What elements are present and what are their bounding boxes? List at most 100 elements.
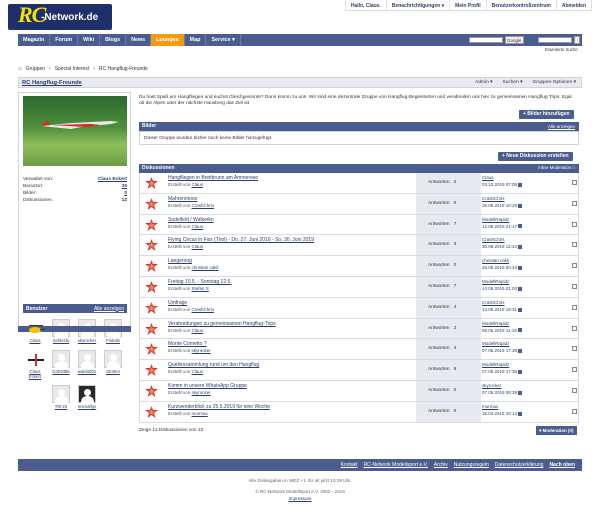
member-name[interactable]: Claus: [23, 338, 47, 343]
jump-to-post-icon[interactable]: [518, 245, 523, 250]
discussion-title[interactable]: Flying Circus in Fiss (Tirol) - Do. 27. …: [168, 237, 314, 243]
moderation-checkbox[interactable]: [572, 346, 577, 352]
member-name[interactable]: Fridolin: [101, 338, 125, 343]
discussion-title[interactable]: Mahrenmoos: [168, 196, 197, 202]
nav-magazin[interactable]: Magazin: [18, 34, 51, 46]
moderation-checkbox[interactable]: [572, 304, 577, 310]
nav-service[interactable]: Service ▾: [206, 34, 241, 46]
discussion-title[interactable]: Quellensammlung rund um den Hangflug: [168, 362, 259, 368]
member-name[interactable]: Strattor: [101, 369, 125, 374]
nav-lounges[interactable]: Lounges: [151, 34, 185, 46]
discussion-title[interactable]: Langeroog: [168, 258, 192, 264]
moderation-checkbox[interactable]: [572, 325, 577, 331]
jump-to-post-icon[interactable]: [518, 286, 523, 291]
creator-name[interactable]: murmax: [192, 411, 208, 416]
group-image[interactable]: [23, 96, 127, 166]
footer-association-link[interactable]: RC-Network Modellsport e.V.: [361, 462, 431, 468]
site-search-input[interactable]: [538, 37, 572, 43]
discussion-title[interactable]: Verabredungen zu gemeinsamen Hangflug-Tr…: [168, 321, 276, 327]
member[interactable]: Claus Eckert: [23, 350, 47, 379]
discussion-row[interactable]: Freitag 10.5. - Sonntag 12.5. Erstellt vo…: [139, 277, 579, 298]
discussion-row[interactable]: Hangfliegen in Breitbrunn am Ammersee Ers…: [139, 173, 579, 194]
moderation-checkbox[interactable]: [572, 221, 577, 227]
member-name[interactable]: msmalfgs: [75, 404, 99, 409]
greeting-link[interactable]: Hallo, Claus.: [346, 0, 386, 10]
managed-by-value[interactable]: Claus Eckert: [98, 176, 127, 183]
google-search-button[interactable]: Google: [505, 36, 524, 44]
last-post-user[interactable]: ModellRapidz: [482, 217, 554, 222]
footer-top-link[interactable]: Nach oben: [546, 462, 578, 468]
discussion-title[interactable]: Sudelfeld / Walkerkn: [168, 217, 214, 223]
discussion-row[interactable]: Kurzwenderblick zu 25.5.2019 für eine Wo…: [139, 401, 579, 423]
creator-name[interactable]: skyrocker: [192, 390, 211, 395]
usercp-link[interactable]: Benutzerkontrollzentrum: [485, 0, 556, 10]
moderation-checkbox[interactable]: [572, 388, 577, 393]
jump-to-post-icon[interactable]: [517, 328, 522, 333]
creator-name[interactable]: CrashChris: [192, 203, 215, 208]
moderation-button[interactable]: ▾ Moderation (0): [536, 426, 577, 435]
member[interactable]: DJ0ott85: [49, 350, 73, 374]
discussion-row[interactable]: Monte Cornetto ? Erstellt von skyrocker An…: [139, 339, 579, 361]
avatar[interactable]: [104, 350, 122, 368]
discussion-row[interactable]: Langeroog Erstellt von christian cakli Ant…: [139, 256, 579, 277]
discussion-row[interactable]: Flying Circus in Fiss (Tirol) - Do. 27. …: [139, 235, 579, 257]
site-logo[interactable]: RC -Network.de: [8, 4, 112, 30]
google-search-input[interactable]: [469, 37, 503, 43]
moderation-checkbox[interactable]: [572, 200, 577, 206]
discussion-title[interactable]: Umfrage: [168, 300, 187, 306]
discussion-title[interactable]: Monte Cornetto ?: [168, 341, 207, 347]
nav-map[interactable]: Map: [185, 34, 207, 46]
creator-name[interactable]: skyrocker: [192, 348, 211, 353]
discussion-row[interactable]: Quellensammlung rund um den Hangflug Erst…: [139, 360, 579, 381]
avatar[interactable]: [52, 385, 70, 403]
jump-to-post-icon[interactable]: [518, 203, 523, 208]
discussion-title[interactable]: Hangfliegen in Breitbrunn am Ammersee: [168, 175, 258, 181]
jump-to-post-icon[interactable]: [518, 349, 523, 354]
jump-to-post-icon[interactable]: [518, 182, 523, 187]
jump-to-post-icon[interactable]: [518, 390, 523, 395]
creator-name[interactable]: Claus: [192, 328, 204, 333]
logout-link[interactable]: Abmelden: [555, 0, 591, 10]
group-options-menu[interactable]: Gruppen-Optionen ▾: [533, 80, 576, 85]
discussion-row[interactable]: Mahrenmoos Erstellt von CrashChris Antwort…: [139, 193, 579, 215]
breadcrumb-gruppen[interactable]: Gruppen: [26, 66, 45, 72]
creator-name[interactable]: Stefan S: [192, 286, 209, 291]
home-icon[interactable]: ⌂: [18, 66, 22, 72]
footer-impressum-link[interactable]: Impressum: [0, 496, 600, 501]
jump-to-post-icon[interactable]: [518, 307, 523, 312]
discussion-title[interactable]: Kurzwenderblick zu 25.5.2019 für eine Wo…: [168, 404, 270, 410]
footer-privacy-link[interactable]: Datenschutzerklärung: [492, 462, 547, 468]
member-name[interactable]: Claus Eckert: [23, 369, 47, 379]
discussion-row[interactable]: Komm in unsere WhatsApp Gruppe Erstellt v…: [139, 381, 579, 402]
avatar[interactable]: [78, 350, 96, 368]
member[interactable]: waldo001: [75, 350, 99, 374]
moderation-checkbox[interactable]: [572, 242, 577, 248]
jump-to-post-icon[interactable]: [518, 266, 523, 270]
discussion-row[interactable]: Sudelfeld / Walkerkn Erstellt von Claus An…: [139, 214, 579, 236]
moderation-checkbox[interactable]: [572, 180, 577, 185]
nav-blogs[interactable]: Blogs: [100, 34, 127, 46]
member-name[interactable]: DJ0ott85: [49, 369, 73, 374]
new-discussion-button[interactable]: + Neue Diskussion erstellen: [498, 152, 573, 161]
avatar[interactable]: [26, 319, 45, 337]
nav-wiki[interactable]: Wiki: [78, 34, 101, 46]
site-search-button[interactable]: [574, 36, 580, 44]
discussion-row[interactable]: Umfrage Erstellt von CrashChris Antworten 4…: [139, 297, 579, 319]
member[interactable]: msmalfgs: [75, 385, 99, 409]
member-name[interactable]: skyrocker: [75, 338, 99, 343]
images-value[interactable]: 0: [124, 190, 127, 197]
advanced-search-link[interactable]: Erweiterte Suche: [545, 47, 578, 52]
last-post-user[interactable]: christian cakli: [482, 258, 554, 263]
last-post-user[interactable]: Claus: [482, 175, 554, 180]
profile-link[interactable]: Mein Profil: [449, 0, 486, 10]
avatar[interactable]: [26, 350, 44, 368]
jump-to-post-icon[interactable]: [518, 370, 523, 374]
members-show-all[interactable]: Alle anzeigen: [94, 306, 124, 312]
moderation-checkbox[interactable]: [572, 367, 577, 373]
moderation-checkbox[interactable]: [572, 408, 577, 414]
add-images-button[interactable]: + Bilder hinzufügen: [519, 110, 574, 119]
member-name[interactable]: waldo001: [75, 369, 99, 374]
creator-name[interactable]: CrashChris: [192, 307, 215, 312]
nav-forum[interactable]: Forum: [50, 34, 79, 46]
jump-to-post-icon[interactable]: [518, 411, 523, 416]
